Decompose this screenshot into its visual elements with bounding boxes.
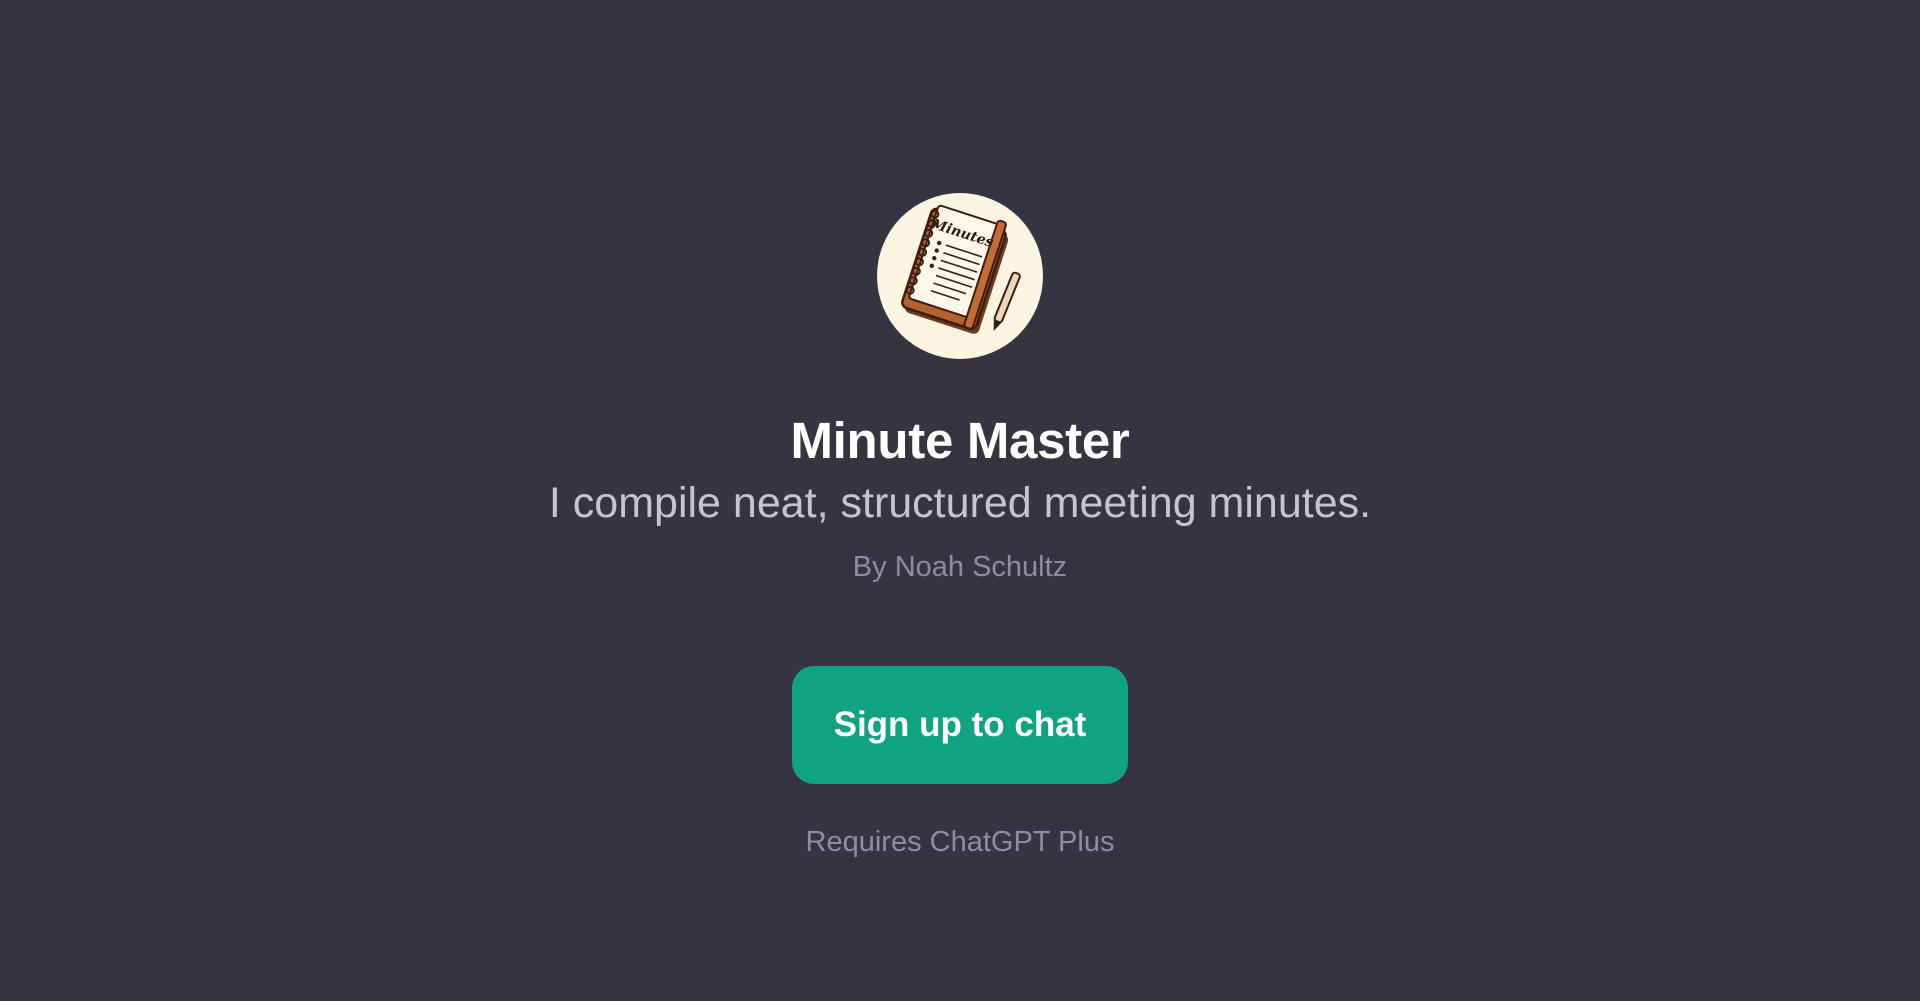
gpt-description: I compile neat, structured meeting minut… xyxy=(548,479,1372,527)
gpt-landing-page: Minutes Minute Master I compile neat, st… xyxy=(0,0,1920,1001)
gpt-profile: Minutes Minute Master I compile neat, st… xyxy=(0,0,1920,860)
avatar: Minutes xyxy=(877,193,1043,359)
notebook-icon: Minutes xyxy=(901,204,1021,334)
gpt-author: By Noah Schultz xyxy=(852,551,1068,583)
gpt-title: Minute Master xyxy=(790,412,1130,469)
sign-up-to-chat-button[interactable]: Sign up to chat xyxy=(792,666,1128,784)
requirement-note: Requires ChatGPT Plus xyxy=(805,826,1115,858)
